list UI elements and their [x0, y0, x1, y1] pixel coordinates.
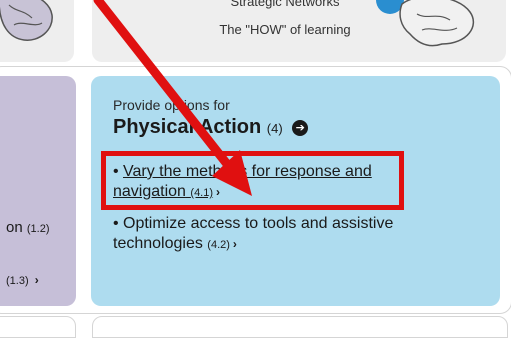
pointer-arrow: [93, 0, 252, 196]
